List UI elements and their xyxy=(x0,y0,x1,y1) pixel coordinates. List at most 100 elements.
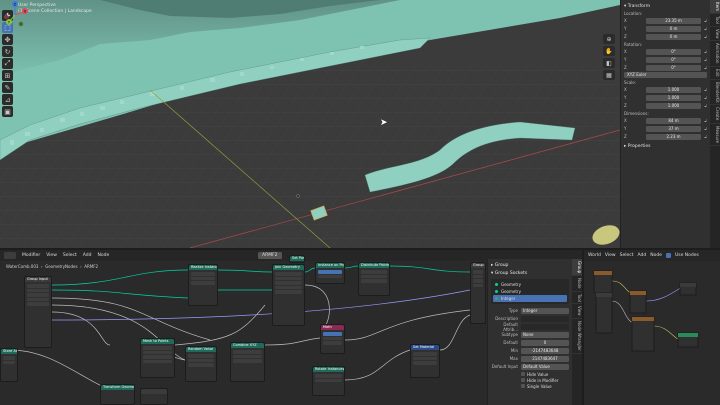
rotation-mode-select[interactable]: XYZ Euler xyxy=(624,72,707,78)
lock-icon[interactable]: 🔓︎ xyxy=(701,49,707,54)
node-join-geometry[interactable]: Join Geometry xyxy=(272,264,305,326)
lock-icon[interactable]: 🔓︎ xyxy=(701,87,707,92)
socket-item-selected[interactable]: Integer xyxy=(493,295,567,302)
type-select[interactable]: Integer xyxy=(521,307,569,314)
node-group-output[interactable]: Group Output xyxy=(470,262,486,324)
navigation-gizmo[interactable]: X Y Z xyxy=(0,0,30,30)
sidebar-tab[interactable]: Item xyxy=(710,0,720,15)
node-extra[interactable] xyxy=(140,388,168,405)
sidebar-properties: ▾ Transform Location: X 23.35 m 🔓︎ Y 0 m 🔓︎ Z 0… xyxy=(620,0,710,248)
value-field[interactable]: 1.000 xyxy=(646,94,701,101)
add-cube-icon[interactable]: ▣ xyxy=(2,106,13,117)
value-field[interactable]: 2.23 m xyxy=(646,133,701,140)
node-editor-tab[interactable]: Node xyxy=(572,276,582,292)
group-sockets-header[interactable]: ▾ Group Sockets xyxy=(491,271,569,276)
value-field[interactable]: 0° xyxy=(646,64,701,71)
lock-icon[interactable]: 🔓︎ xyxy=(701,103,707,108)
lock-icon[interactable]: 🔓︎ xyxy=(701,26,707,31)
node-realize-instances[interactable]: Realize Instances xyxy=(188,264,218,306)
value-field[interactable]: 23.35 m xyxy=(646,17,701,24)
scale-icon[interactable]: ⤢ xyxy=(2,58,13,69)
value-field[interactable]: 84 m xyxy=(646,117,701,124)
zoom-icon[interactable]: ⊕ xyxy=(603,34,615,44)
move-icon[interactable]: ✥ xyxy=(2,34,13,45)
axis-label: Y xyxy=(624,26,627,31)
socket-item[interactable]: Geometry xyxy=(493,281,567,288)
node-editor-tab[interactable]: Tool xyxy=(572,292,582,305)
node-rotate-instances[interactable]: Rotate Instances xyxy=(312,366,345,396)
pan-hand-icon[interactable]: ✋ xyxy=(603,46,615,56)
sidebar-tab[interactable]: BlenderKit xyxy=(710,80,720,106)
sidebar-tab[interactable]: Measure xyxy=(710,124,720,146)
node-set-material[interactable]: Set Material xyxy=(410,344,440,378)
lock-icon[interactable]: 🔓︎ xyxy=(701,18,707,23)
properties-header[interactable]: ▸ Properties xyxy=(624,144,707,149)
dimensions-label: Dimensions: xyxy=(624,111,649,116)
transform-icon[interactable]: ⊞ xyxy=(2,70,13,81)
value-field[interactable]: 0 m xyxy=(646,25,701,32)
value-field[interactable]: 1.000 xyxy=(646,102,701,109)
node-editor-tab[interactable]: Group xyxy=(572,259,582,277)
subtype-label: Subtype xyxy=(501,332,518,337)
sidebar-tab[interactable]: Create xyxy=(710,105,720,124)
lock-icon[interactable]: 🔓︎ xyxy=(701,118,707,123)
value-field[interactable]: 0 m xyxy=(646,33,701,40)
rotate-icon[interactable]: ↻ xyxy=(2,46,13,57)
lock-icon[interactable]: 🔓︎ xyxy=(701,34,707,39)
value-field[interactable]: 0° xyxy=(646,48,701,55)
menu-add[interactable]: Add xyxy=(637,253,646,258)
node-random-value[interactable]: Random Value xyxy=(185,346,217,382)
lock-icon[interactable]: 🔓︎ xyxy=(701,65,707,70)
node-transform-geometry[interactable]: Transform Geometry xyxy=(100,384,135,405)
default-field[interactable]: 0 xyxy=(521,339,569,346)
node-editor-tab[interactable]: Node Wrangler xyxy=(572,319,582,354)
socket-item[interactable]: Geometry xyxy=(493,288,567,295)
lock-icon[interactable]: 🔓︎ xyxy=(701,134,707,139)
annotate-icon[interactable]: ✎ xyxy=(2,82,13,93)
description-field[interactable] xyxy=(521,315,569,322)
node-title: Realize Instances xyxy=(189,265,217,270)
default-attribute-field[interactable] xyxy=(521,323,569,330)
node-store-attribute[interactable]: Store Attribute xyxy=(0,348,18,382)
value-field[interactable]: 0° xyxy=(646,56,701,63)
lock-icon[interactable]: 🔓︎ xyxy=(701,57,707,62)
mouse-cursor-icon: ➤ xyxy=(380,118,388,128)
menu-node[interactable]: Node xyxy=(650,253,662,258)
transform-row: X 23.35 m 🔓︎ xyxy=(624,17,707,24)
node-editor-tab[interactable]: View xyxy=(572,304,582,319)
value-field[interactable]: 1.000 xyxy=(646,86,701,93)
sidebar-tab[interactable]: Edit xyxy=(710,67,720,80)
sidebar-tab[interactable]: View xyxy=(710,27,720,42)
node-mesh-to-points[interactable]: Mesh to Points xyxy=(140,338,175,378)
value-field[interactable]: 37 m xyxy=(646,125,701,132)
grid-icon[interactable]: ▦ xyxy=(603,70,615,80)
menu-view[interactable]: View xyxy=(605,253,616,258)
3d-viewport[interactable]: User Perspective (1) Scene Collection | … xyxy=(0,0,620,248)
menu-select[interactable]: Select xyxy=(620,253,634,258)
group-header[interactable]: ▸ Group xyxy=(491,263,569,268)
node-group-input[interactable]: Group Input xyxy=(24,276,52,348)
transform-header[interactable]: ▾ Transform xyxy=(624,4,707,9)
default-input-select[interactable]: Default Value xyxy=(521,363,569,370)
node-instance-on-points[interactable]: Instance on Points xyxy=(315,262,345,284)
max-field[interactable]: 2147483647 xyxy=(521,355,569,362)
min-field[interactable]: -2147483648 xyxy=(521,347,569,354)
axis-label: X xyxy=(624,49,627,54)
camera-icon[interactable]: ◧ xyxy=(603,58,615,68)
world-node[interactable] xyxy=(631,316,655,352)
node-math[interactable]: Math xyxy=(320,324,345,354)
node-combine-xyz[interactable]: Combine XYZ xyxy=(230,342,265,382)
measure-icon[interactable]: ⊿ xyxy=(2,94,13,105)
lock-icon[interactable]: 🔓︎ xyxy=(701,95,707,100)
single-value-checkbox[interactable]: Single Value xyxy=(521,383,569,389)
node-set-position[interactable]: Set Position xyxy=(289,255,305,263)
world-node[interactable] xyxy=(595,292,613,334)
world-node-editor[interactable]: World View Select Add Node Use Nodes xyxy=(584,250,720,405)
subtype-select[interactable]: None xyxy=(521,331,569,338)
sidebar-tab[interactable]: Tool xyxy=(710,14,720,27)
world-selector[interactable]: World xyxy=(588,253,601,258)
use-nodes-checkbox[interactable] xyxy=(665,253,671,258)
lock-icon[interactable]: 🔓︎ xyxy=(701,126,707,131)
sidebar-tab[interactable]: Animation xyxy=(710,41,720,67)
node-distribute-points[interactable]: Distribute Points xyxy=(358,262,390,296)
